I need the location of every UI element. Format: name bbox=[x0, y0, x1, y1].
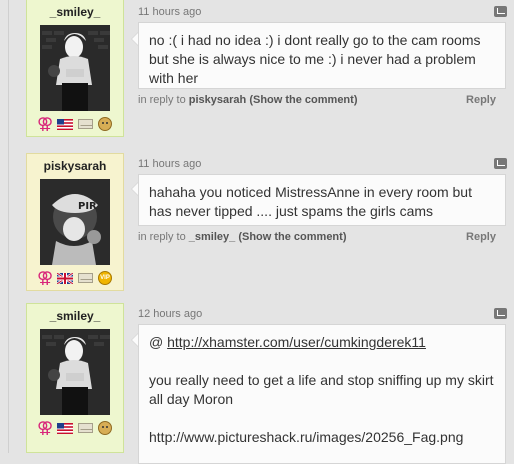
show-comment-link[interactable]: (Show the comment) bbox=[238, 231, 346, 243]
username[interactable]: _smiley_ bbox=[27, 5, 123, 21]
mention-link[interactable]: http://xhamster.com/user/cumkingderek11 bbox=[167, 334, 426, 350]
comment-text: @ http://xhamster.com/user/cumkingderek1… bbox=[138, 324, 506, 464]
comment-body: hahaha you noticed MistressAnne in every… bbox=[149, 184, 472, 219]
comment-time: 12 hours ago bbox=[138, 308, 203, 320]
reply-button[interactable]: Reply bbox=[466, 231, 496, 243]
report-flag-icon[interactable] bbox=[494, 6, 507, 17]
us-flag-icon bbox=[57, 421, 74, 435]
comment-paragraph-url: http://www.pictureshack.ru/images/20256_… bbox=[149, 429, 464, 445]
mention-at: @ bbox=[149, 334, 164, 350]
reply-info: in reply to _smiley_ (Show the comment) … bbox=[138, 231, 506, 243]
reply-target-user[interactable]: _smiley_ bbox=[189, 231, 235, 243]
user-card[interactable]: piskysarah PIR ⚢ VIP bbox=[26, 153, 124, 291]
show-comment-link[interactable]: (Show the comment) bbox=[249, 94, 357, 106]
comment-body: no :( i had no idea :) i dont really go … bbox=[149, 32, 481, 86]
comment-paragraph: you really need to get a life and stop s… bbox=[149, 372, 494, 407]
us-flag-icon bbox=[57, 117, 74, 131]
reply-prefix: in reply to bbox=[138, 94, 186, 106]
envelope-icon[interactable] bbox=[77, 117, 94, 131]
comment-text: hahaha you noticed MistressAnne in every… bbox=[138, 174, 506, 226]
comment-text: no :( i had no idea :) i dont really go … bbox=[138, 22, 506, 89]
vip-badge-icon: VIP bbox=[97, 271, 114, 285]
bubble-pointer bbox=[131, 32, 138, 46]
reply-prefix: in reply to bbox=[138, 231, 186, 243]
uk-flag-icon bbox=[57, 271, 74, 285]
username[interactable]: piskysarah bbox=[27, 159, 123, 175]
reply-button[interactable]: Reply bbox=[466, 94, 496, 106]
username[interactable]: _smiley_ bbox=[27, 309, 123, 325]
report-flag-icon[interactable] bbox=[494, 158, 507, 169]
avatar[interactable]: PIR bbox=[40, 179, 110, 265]
envelope-icon[interactable] bbox=[77, 421, 94, 435]
bubble-pointer bbox=[131, 333, 138, 347]
dog-badge-icon bbox=[97, 117, 114, 131]
reply-target-user[interactable]: piskysarah bbox=[189, 94, 246, 106]
thread-rail bbox=[8, 0, 9, 453]
comment-time: 11 hours ago bbox=[138, 158, 202, 170]
user-icons: ⚢ VIP bbox=[27, 268, 123, 287]
dog-badge-icon bbox=[97, 421, 114, 435]
avatar[interactable] bbox=[40, 329, 110, 415]
mention-line: @ http://xhamster.com/user/cumkingderek1… bbox=[149, 333, 495, 352]
female-gender-icon: ⚢ bbox=[36, 114, 54, 133]
user-icons: ⚢ bbox=[27, 114, 123, 133]
envelope-icon[interactable] bbox=[77, 271, 94, 285]
avatar[interactable] bbox=[40, 25, 110, 111]
female-gender-icon: ⚢ bbox=[36, 268, 54, 287]
user-card[interactable]: _smiley_ ⚢ bbox=[26, 303, 124, 453]
user-icons: ⚢ bbox=[27, 418, 123, 437]
female-gender-icon: ⚢ bbox=[36, 418, 54, 437]
reply-info: in reply to piskysarah (Show the comment… bbox=[138, 94, 506, 106]
bubble-pointer bbox=[131, 182, 138, 196]
user-card[interactable]: _smiley_ ⚢ bbox=[26, 0, 124, 137]
svg-text:PIR: PIR bbox=[78, 201, 97, 212]
report-flag-icon[interactable] bbox=[494, 308, 507, 319]
comment-time: 11 hours ago bbox=[138, 6, 202, 18]
